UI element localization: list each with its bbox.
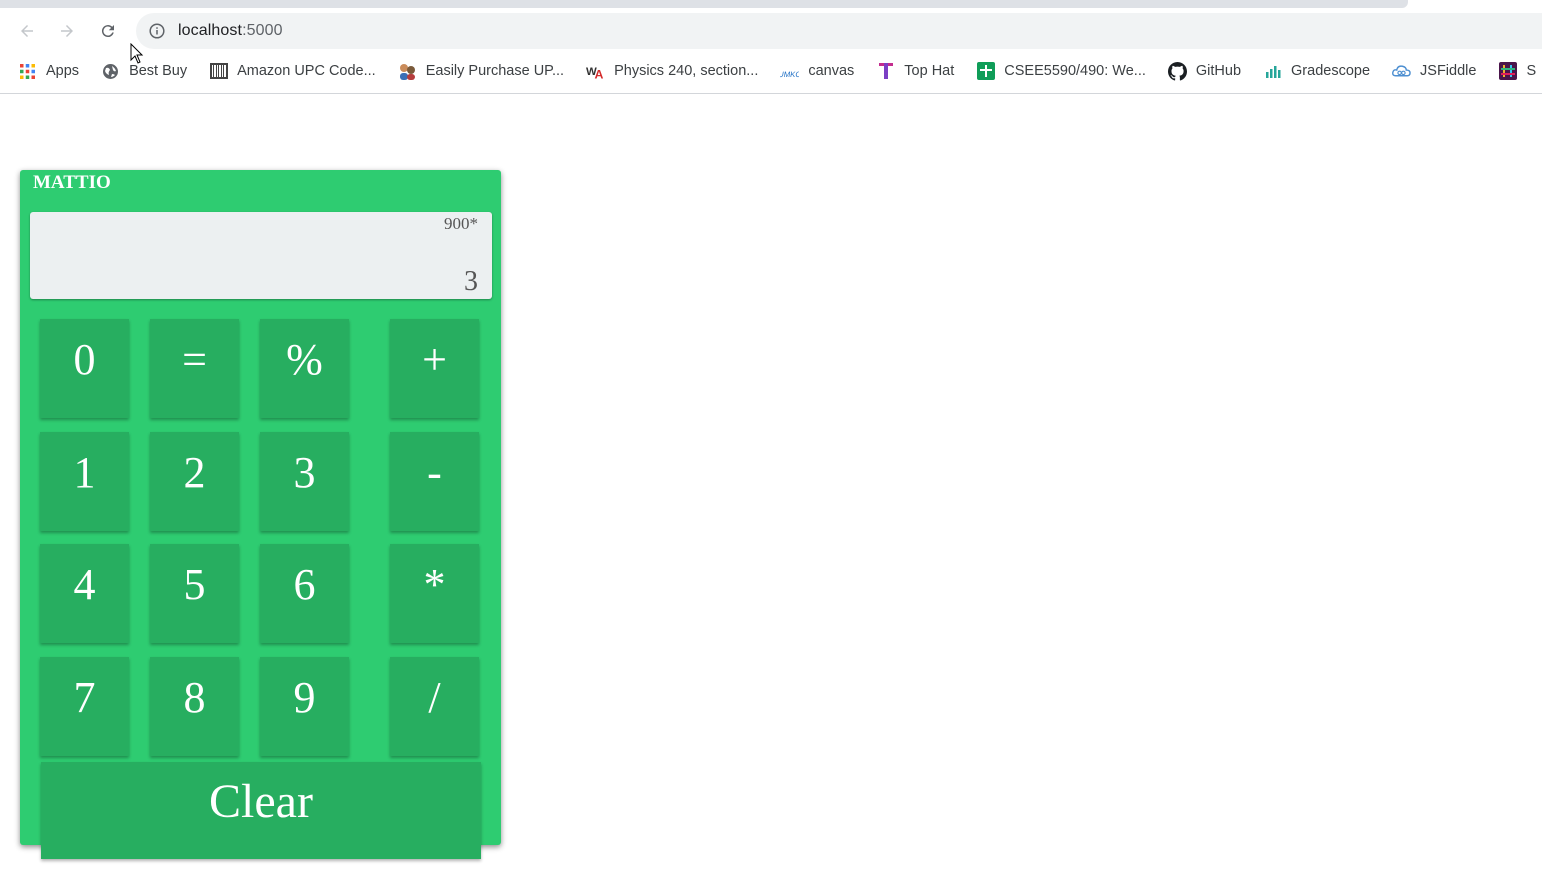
reload-icon <box>101 25 114 38</box>
url-port: :5000 <box>242 22 283 39</box>
key-1[interactable]: 1 <box>40 432 129 531</box>
result-readout: 3 <box>464 266 478 297</box>
calculator-title: MATTIO <box>33 172 111 193</box>
key-6[interactable]: 6 <box>260 544 349 643</box>
bookmark-jsfiddle[interactable]: JSFiddle <box>1392 62 1476 81</box>
bookmark-github[interactable]: GitHub <box>1167 61 1242 81</box>
key-multiply[interactable]: * <box>390 544 479 643</box>
bookmark-gradescope[interactable]: Gradescope <box>1263 62 1370 81</box>
key-7[interactable]: 7 <box>40 657 129 756</box>
clear-button[interactable]: Clear <box>41 762 481 859</box>
bookmark-label: Apps <box>46 63 80 79</box>
key-equals[interactable]: = <box>150 319 239 418</box>
bookmark-label: JSFiddle <box>1420 63 1477 79</box>
webassign-icon: WA <box>586 62 605 81</box>
people-icon <box>398 62 417 81</box>
key-2[interactable]: 2 <box>150 432 239 531</box>
bookmark-label: Amazon UPC Code... <box>237 63 376 79</box>
key-3[interactable]: 3 <box>260 432 349 531</box>
tab-strip <box>0 0 1408 8</box>
barcode-icon <box>209 62 228 81</box>
bookmark-slack[interactable]: S <box>1498 62 1536 81</box>
svg-text:UMKC: UMKC <box>780 70 799 79</box>
umkc-icon: UMKC <box>780 62 799 81</box>
key-4[interactable]: 4 <box>40 544 129 643</box>
key-divide[interactable]: / <box>390 657 479 756</box>
bookmark-best-buy[interactable]: Best Buy <box>101 62 187 81</box>
key-5[interactable]: 5 <box>150 544 239 643</box>
jsfiddle-icon <box>1392 62 1411 81</box>
gradescope-icon <box>1263 62 1282 81</box>
tophat-icon <box>876 62 895 81</box>
bookmark-label: Physics 240, section... <box>614 63 759 79</box>
bookmark-label: canvas <box>808 63 855 79</box>
key-8[interactable]: 8 <box>150 657 239 756</box>
back-arrow-icon <box>21 25 33 37</box>
address-bar[interactable]: localhost:5000 <box>136 13 1542 49</box>
bookmark-top-hat[interactable]: Top Hat <box>876 62 954 81</box>
reload-button[interactable] <box>95 18 121 44</box>
key-0[interactable]: 0 <box>40 319 129 418</box>
bookmark-label: CSEE5590/490: We... <box>1004 63 1146 79</box>
github-icon <box>1167 61 1187 81</box>
calculator: MATTIO 900* 3 0 = % + 1 2 3 - 4 5 6 * 7 … <box>20 170 501 859</box>
calculator-display: 900* 3 <box>30 212 492 299</box>
bookmark-label: Gradescope <box>1291 63 1371 79</box>
key-plus[interactable]: + <box>390 319 479 418</box>
key-minus[interactable]: - <box>390 432 479 531</box>
url-text: localhost:5000 <box>178 22 283 40</box>
svg-text:A: A <box>595 67 604 79</box>
globe-icon <box>101 62 120 81</box>
bookmark-easily-purchase[interactable]: Easily Purchase UP... <box>398 62 564 81</box>
back-button[interactable] <box>14 18 40 44</box>
toolbar-divider <box>0 93 1542 94</box>
bookmark-label: S <box>1526 63 1537 79</box>
forward-button[interactable] <box>54 18 80 44</box>
bookmark-canvas[interactable]: UMKC canvas <box>780 62 854 81</box>
url-host: localhost <box>178 22 243 39</box>
bookmark-label: Top Hat <box>904 63 955 79</box>
expression-readout: 900* <box>444 214 478 233</box>
bookmark-label: Easily Purchase UP... <box>425 63 565 79</box>
bookmark-csee5590[interactable]: CSEE5590/490: We... <box>976 62 1146 81</box>
bookmark-apps[interactable]: Apps <box>18 62 79 81</box>
apps-grid-icon <box>18 62 37 81</box>
key-percent[interactable]: % <box>260 319 349 418</box>
key-9[interactable]: 9 <box>260 657 349 756</box>
forward-arrow-icon <box>61 25 73 37</box>
bookmark-label: GitHub <box>1195 63 1242 79</box>
bookmark-label: Best Buy <box>129 63 188 79</box>
bookmark-physics-240[interactable]: WA Physics 240, section... <box>586 62 758 81</box>
bookmark-amazon-upc[interactable]: Amazon UPC Code... <box>209 62 376 81</box>
slack-icon <box>1498 62 1517 81</box>
sheets-icon <box>976 62 995 81</box>
bookmarks-bar: Apps Best Buy Amazon UPC Code... Easily … <box>0 56 1542 86</box>
site-info-icon[interactable] <box>148 22 166 40</box>
